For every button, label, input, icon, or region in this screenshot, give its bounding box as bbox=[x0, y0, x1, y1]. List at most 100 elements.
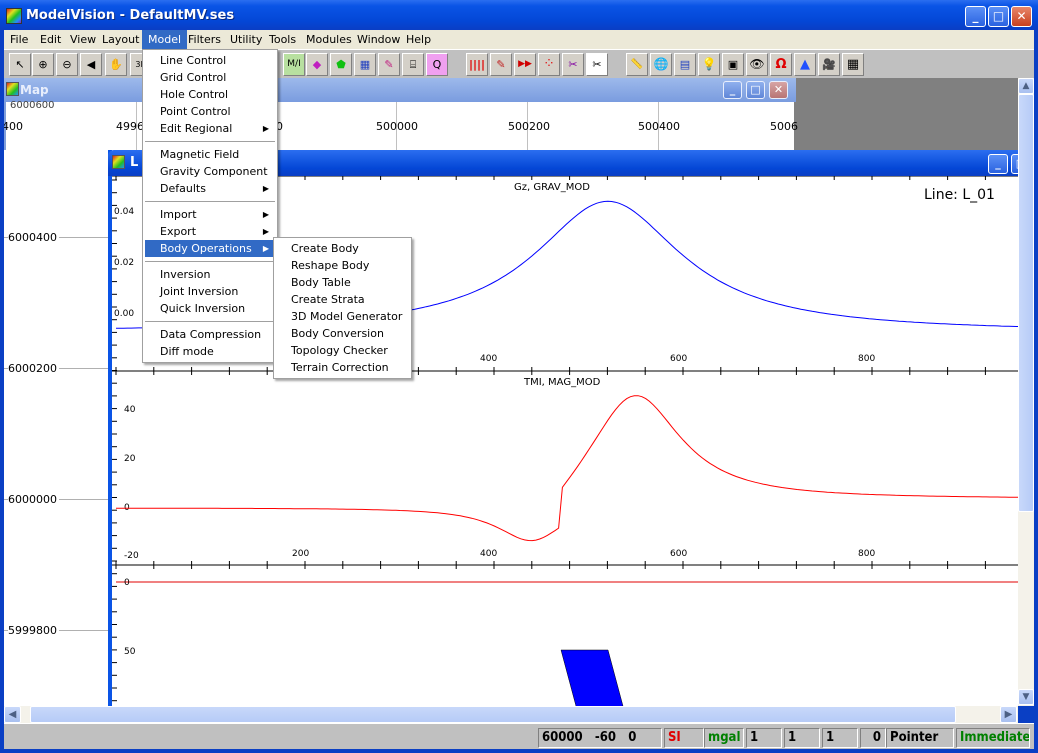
menu-filters[interactable]: Filters bbox=[182, 30, 227, 49]
menu-utility[interactable]: Utility bbox=[224, 30, 268, 49]
menu-item-hole-control[interactable]: Hole Control bbox=[145, 86, 275, 103]
table-grid-icon[interactable]: ▦ bbox=[842, 53, 864, 76]
eye-icon[interactable]: 👁 bbox=[746, 53, 768, 76]
submenu-arrow-icon: ▶ bbox=[262, 124, 269, 133]
terrain-icon[interactable]: ▲ bbox=[794, 53, 816, 76]
zoom-back-icon[interactable]: ◀ bbox=[80, 53, 102, 76]
menu-window[interactable]: Window bbox=[351, 30, 406, 49]
calculator-icon[interactable]: ▤ bbox=[674, 53, 696, 76]
cylinder-icon[interactable]: ⌸ bbox=[402, 53, 424, 76]
menu-separator bbox=[145, 261, 275, 262]
submenu-item-create-strata[interactable]: Create Strata bbox=[276, 291, 409, 308]
gravity-x-tick-label: 400 bbox=[480, 354, 497, 364]
map-maximize-button[interactable]: □ bbox=[746, 81, 765, 99]
pointer-icon[interactable]: ↖ bbox=[9, 53, 31, 76]
menu-edit[interactable]: Edit bbox=[34, 30, 67, 49]
globe-icon[interactable]: 🌐 bbox=[650, 53, 672, 76]
menu-item-body-operations[interactable]: Body Operations ▶ bbox=[145, 240, 275, 257]
menu-item-data-compression[interactable]: Data Compression bbox=[145, 326, 275, 343]
query-icon[interactable]: Q bbox=[426, 53, 448, 76]
map-minimize-button[interactable]: _ bbox=[723, 81, 742, 99]
menu-tools[interactable]: Tools bbox=[263, 30, 302, 49]
status-tool: Pointer bbox=[886, 728, 954, 748]
menu-item-point-control[interactable]: Point Control bbox=[145, 103, 275, 120]
menu-item-gravity-component[interactable]: Gravity Component bbox=[145, 163, 275, 180]
lightbulb-icon[interactable]: 💡 bbox=[698, 53, 720, 76]
dot-grid-icon[interactable]: ⁘ bbox=[538, 53, 560, 76]
mag-x-tick-label: 600 bbox=[670, 549, 687, 559]
mag-y-tick-label: 40 bbox=[124, 405, 136, 415]
mag-inversion-icon[interactable]: M/I bbox=[283, 53, 305, 76]
movie-camera-icon[interactable]: 🎥 bbox=[818, 53, 840, 76]
horizontal-scroll-thumb[interactable] bbox=[30, 706, 956, 723]
grid-cut-icon[interactable]: ✂ bbox=[562, 53, 584, 76]
mag-x-tick-label: 400 bbox=[480, 549, 497, 559]
maximize-button[interactable]: □ bbox=[988, 6, 1009, 27]
menu-modules[interactable]: Modules bbox=[300, 30, 358, 49]
menu-file[interactable]: File bbox=[4, 30, 34, 49]
pan-hand-icon[interactable]: ✋ bbox=[105, 53, 127, 76]
profile-maximize-button[interactable]: □ bbox=[1011, 154, 1018, 174]
menu-item-grid-control[interactable]: Grid Control bbox=[145, 69, 275, 86]
close-button[interactable]: ✕ bbox=[1011, 6, 1032, 27]
submenu-item-reshape-body[interactable]: Reshape Body bbox=[276, 257, 409, 274]
menu-item-export[interactable]: Export ▶ bbox=[145, 223, 275, 240]
pen-chart-icon[interactable]: ✎ bbox=[378, 53, 400, 76]
gravity-x-tick-label: 800 bbox=[858, 354, 875, 364]
profile-minimize-button[interactable]: _ bbox=[988, 154, 1008, 174]
scroll-right-button[interactable]: ▶ bbox=[1000, 706, 1017, 723]
submenu-item-body-table[interactable]: Body Table bbox=[276, 274, 409, 291]
menu-item-defaults[interactable]: Defaults ▶ bbox=[145, 180, 275, 197]
ruler-icon[interactable]: 📏 bbox=[626, 53, 648, 76]
vertical-scrollbar[interactable]: ▲ ▼ bbox=[1018, 78, 1034, 706]
menu-model[interactable]: Model bbox=[142, 30, 188, 49]
menu-item-import[interactable]: Import ▶ bbox=[145, 206, 275, 223]
map-canvas[interactable]: 6000600 400 49960 0 500000 500200 500400… bbox=[4, 100, 798, 150]
camera-icon[interactable]: ▣ bbox=[722, 53, 744, 76]
menu-item-label: Defaults bbox=[160, 182, 206, 195]
pen-curve-icon[interactable]: ✎ bbox=[490, 53, 512, 76]
mag-curve bbox=[116, 395, 1018, 542]
fast-forward-icon[interactable]: ▶▶ bbox=[514, 53, 536, 76]
polygon-edit-icon[interactable]: ⬟ bbox=[330, 53, 352, 76]
mag-y-tick-label: 20 bbox=[124, 454, 136, 464]
title-bar[interactable]: ModelVision - DefaultMV.ses _ □ ✕ bbox=[0, 0, 1038, 30]
submenu-arrow-icon: ▶ bbox=[262, 244, 269, 253]
submenu-item-body-conversion[interactable]: Body Conversion bbox=[276, 325, 409, 342]
submenu-item-3d-model-generator[interactable]: 3D Model Generator bbox=[276, 308, 409, 325]
menu-help[interactable]: Help bbox=[400, 30, 437, 49]
map-window-title-bar[interactable]: Map _ □ ✕ bbox=[4, 78, 796, 102]
mag-panel-title: TMI, MAG_MOD bbox=[523, 377, 601, 388]
menu-item-label: Gravity Component bbox=[160, 165, 268, 178]
menu-item-inversion[interactable]: Inversion bbox=[145, 266, 275, 283]
submenu-item-create-body[interactable]: Create Body bbox=[276, 240, 409, 257]
menu-item-edit-regional[interactable]: Edit Regional ▶ bbox=[145, 120, 275, 137]
map-y-label: 6000000 bbox=[8, 493, 59, 506]
profile-window-icon bbox=[112, 155, 125, 169]
minimize-button[interactable]: _ bbox=[965, 6, 986, 27]
menu-item-magnetic-field[interactable]: Magnetic Field bbox=[145, 146, 275, 163]
color-grid-icon[interactable]: ▦ bbox=[354, 53, 376, 76]
scissors-icon[interactable]: ✂ bbox=[586, 53, 608, 76]
scroll-up-button[interactable]: ▲ bbox=[1018, 78, 1034, 94]
status-mode: Immediate bbox=[956, 728, 1030, 748]
menu-item-quick-inversion[interactable]: Quick Inversion bbox=[145, 300, 275, 317]
menu-item-diff-mode[interactable]: Diff mode bbox=[145, 343, 275, 360]
menu-layout[interactable]: Layout bbox=[96, 30, 145, 49]
scroll-left-button[interactable]: ◀ bbox=[4, 706, 21, 723]
magnet-icon[interactable]: Ω bbox=[770, 53, 792, 76]
section-y-tick-label: 50 bbox=[124, 647, 136, 657]
zoom-out-icon[interactable]: ⊖ bbox=[56, 53, 78, 76]
vertical-scroll-thumb[interactable] bbox=[1018, 94, 1034, 512]
menu-item-joint-inversion[interactable]: Joint Inversion bbox=[145, 283, 275, 300]
shapes-icon[interactable]: ◆ bbox=[306, 53, 328, 76]
zoom-in-icon[interactable]: ⊕ bbox=[32, 53, 54, 76]
map-close-button[interactable]: ✕ bbox=[769, 81, 788, 99]
submenu-item-terrain-correction[interactable]: Terrain Correction bbox=[276, 359, 409, 376]
model-body-polygon[interactable] bbox=[560, 649, 631, 706]
red-lines-icon[interactable]: |||| bbox=[466, 53, 488, 76]
scroll-down-button[interactable]: ▼ bbox=[1018, 689, 1034, 705]
menu-item-line-control[interactable]: Line Control bbox=[145, 52, 275, 69]
horizontal-scrollbar[interactable]: ◀ ▶ bbox=[4, 706, 1018, 723]
submenu-item-topology-checker[interactable]: Topology Checker bbox=[276, 342, 409, 359]
